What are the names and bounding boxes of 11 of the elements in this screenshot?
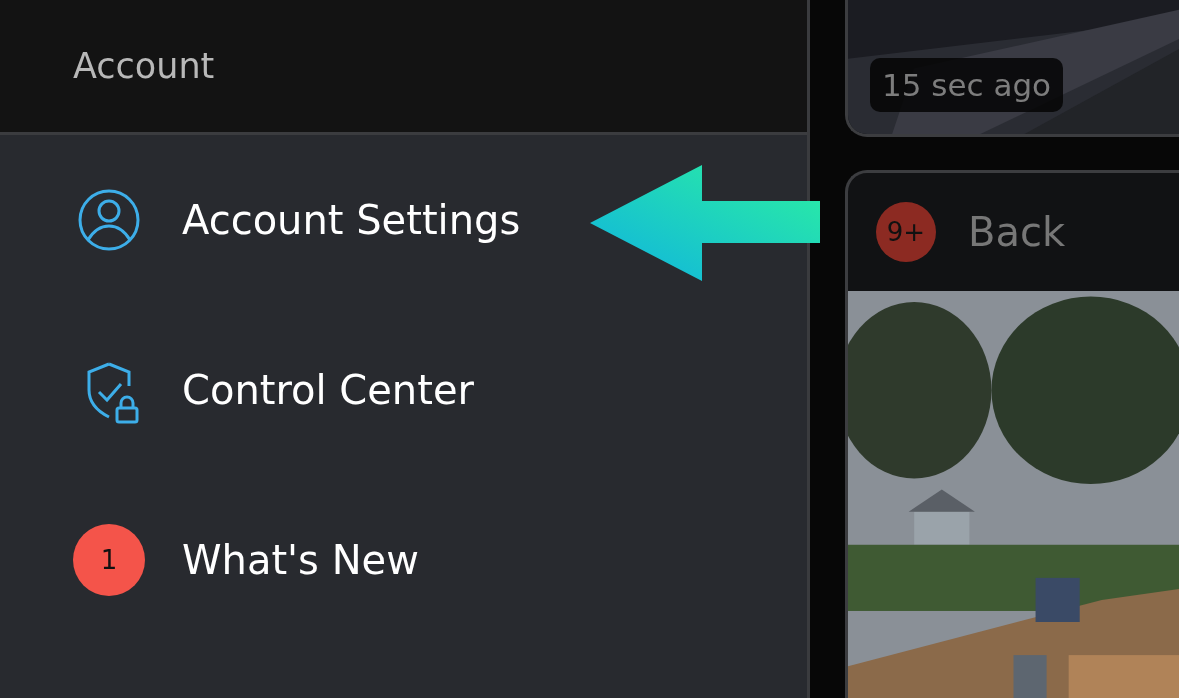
menu-item[interactable]: Control Center — [0, 305, 807, 475]
arrow-icon — [590, 165, 820, 281]
camera-card[interactable]: 15 sec ago — [845, 0, 1179, 137]
timestamp-label: 15 sec ago — [870, 57, 1064, 112]
camera-card[interactable]: 9+ Back — [845, 170, 1179, 698]
menu-item[interactable]: Account Settings — [0, 135, 807, 305]
camera-title: Back — [968, 208, 1066, 257]
menu-item[interactable]: 1 What's New — [0, 475, 807, 645]
count-badge: 1 — [73, 524, 145, 596]
section-title: Account — [73, 44, 215, 88]
count-badge: 9+ — [876, 202, 936, 262]
